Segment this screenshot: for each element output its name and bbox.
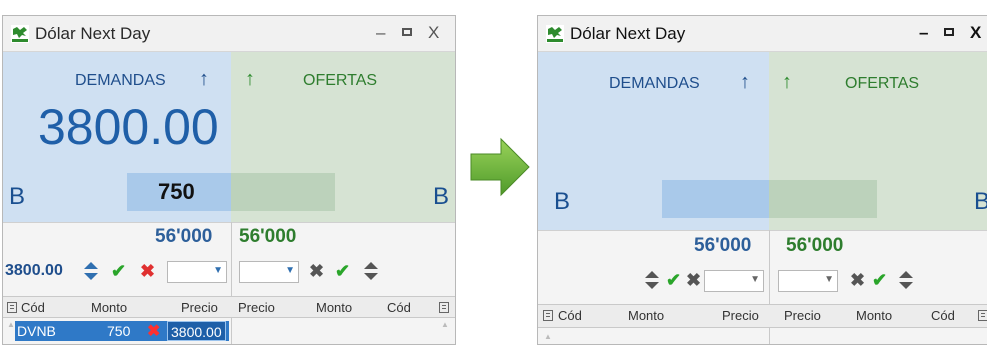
col-price-left[interactable]: Precio (181, 300, 218, 315)
maximize-button[interactable] (944, 28, 954, 36)
offer-price-stepper-icon[interactable] (363, 261, 379, 281)
col-price-right[interactable]: Precio (784, 308, 821, 323)
app-logo-icon (11, 25, 29, 43)
confirm-bid-check-icon[interactable]: ✔ (111, 261, 126, 282)
divider (231, 222, 232, 344)
totals-row (538, 230, 987, 260)
demandas-label: DEMANDAS (609, 75, 700, 92)
totals-row (3, 222, 455, 250)
bid-price-input[interactable]: 3800.00 (5, 262, 63, 280)
ofertas-label: OFERTAS (303, 72, 378, 89)
cancel-bid-x-icon[interactable]: ✖ (140, 261, 155, 282)
maximize-button[interactable] (402, 28, 412, 36)
dropdown-arrow-icon[interactable]: ▼ (285, 265, 295, 276)
demand-up-arrow-icon[interactable]: ↑ (740, 71, 750, 94)
confirm-bid-check-icon[interactable]: ✔ (666, 270, 681, 291)
columns-list-icon[interactable] (7, 302, 17, 313)
bid-combo[interactable]: ▼ (704, 270, 764, 292)
side-letter-left: B (554, 188, 571, 215)
window-title: Dólar Next Day (570, 24, 686, 43)
left-window: Dólar Next Day – X DEMANDAS ↑ ↑ OFERTAS … (2, 15, 456, 345)
ofertas-label: OFERTAS (845, 75, 920, 92)
bid-price-stepper-icon[interactable] (644, 270, 660, 290)
confirm-offer-check-icon[interactable]: ✔ (335, 261, 350, 282)
order-amount: 750 (107, 323, 131, 339)
close-button[interactable]: X (428, 23, 439, 43)
bid-qty: 750 (158, 179, 195, 204)
offer-up-arrow-icon[interactable]: ↑ (782, 71, 792, 94)
offer-price-stepper-icon[interactable] (898, 270, 914, 290)
scroll-up-icon[interactable]: ▲ (441, 320, 449, 329)
col-price-left[interactable]: Precio (722, 308, 759, 323)
total-demand: 56'000 (694, 235, 752, 256)
dropdown-arrow-icon[interactable]: ▼ (213, 265, 223, 276)
side-letter-right: B (433, 183, 450, 210)
demandas-label: DEMANDAS (75, 72, 166, 89)
right-window: Dólar Next Day – X DEMANDAS ↑ ↑ OFERTAS … (537, 15, 987, 345)
offer-combo[interactable]: ▼ (239, 261, 299, 283)
close-button[interactable]: X (970, 23, 981, 43)
col-code-left[interactable]: Cód (558, 308, 582, 323)
app-logo-icon (546, 25, 564, 43)
col-price-right[interactable]: Precio (238, 300, 275, 315)
order-price[interactable]: 3800.00 (167, 321, 226, 341)
window-title: Dólar Next Day (35, 24, 151, 43)
scroll-up-icon[interactable]: ▲ (7, 320, 15, 329)
minimize-button[interactable]: – (376, 23, 385, 43)
col-code-left[interactable]: Cód (21, 300, 45, 315)
columns-list-icon[interactable] (543, 310, 553, 321)
col-amount-right[interactable]: Monto (316, 300, 352, 315)
dropdown-arrow-icon[interactable]: ▼ (750, 274, 760, 285)
total-offer: 56'000 (239, 226, 297, 247)
best-bid-price: 3800.00 (38, 99, 219, 155)
col-amount-right[interactable]: Monto (856, 308, 892, 323)
demand-up-arrow-icon[interactable]: ↑ (199, 68, 209, 91)
col-code-right[interactable]: Cód (387, 300, 411, 315)
bid-combo[interactable]: ▼ (167, 261, 227, 283)
cancel-offer-x-icon[interactable]: ✖ (309, 261, 324, 282)
orders-header: Cód Monto Precio Precio Monto Cód (538, 304, 987, 328)
scroll-up-icon[interactable]: ▲ (544, 332, 552, 341)
col-amount-left[interactable]: Monto (91, 300, 127, 315)
minimize-button[interactable]: – (919, 23, 928, 43)
right-arrow-icon (470, 137, 530, 197)
total-demand: 56'000 (155, 226, 213, 247)
offer-qty-bar (769, 180, 877, 218)
cancel-bid-x-icon[interactable]: ✖ (686, 270, 701, 291)
offer-qty-bar (231, 173, 335, 211)
dropdown-arrow-icon[interactable]: ▼ (824, 274, 834, 285)
title-bar[interactable]: Dólar Next Day – X (538, 16, 987, 52)
order-code: DVNB (17, 323, 56, 339)
bid-qty-bar (662, 180, 769, 218)
columns-list-icon[interactable] (439, 302, 449, 313)
total-offer: 56'000 (786, 235, 844, 256)
cancel-order-x-icon[interactable]: ✖ (147, 321, 160, 341)
title-bar[interactable]: Dólar Next Day – X (3, 16, 455, 52)
side-letter-left: B (9, 183, 26, 210)
col-amount-left[interactable]: Monto (628, 308, 664, 323)
cancel-offer-x-icon[interactable]: ✖ (850, 270, 865, 291)
side-letter-right: B (974, 188, 987, 216)
col-code-right[interactable]: Cód (931, 308, 955, 323)
columns-list-icon[interactable] (978, 310, 987, 321)
orders-header: Cód Monto Precio Precio Monto Cód (3, 296, 455, 318)
order-row[interactable]: DVNB 750 ✖ 3800.00 (15, 321, 229, 341)
confirm-offer-check-icon[interactable]: ✔ (872, 270, 887, 291)
offer-combo[interactable]: ▼ (778, 270, 838, 292)
offer-up-arrow-icon[interactable]: ↑ (245, 68, 255, 91)
bid-price-stepper-icon[interactable] (83, 261, 99, 281)
